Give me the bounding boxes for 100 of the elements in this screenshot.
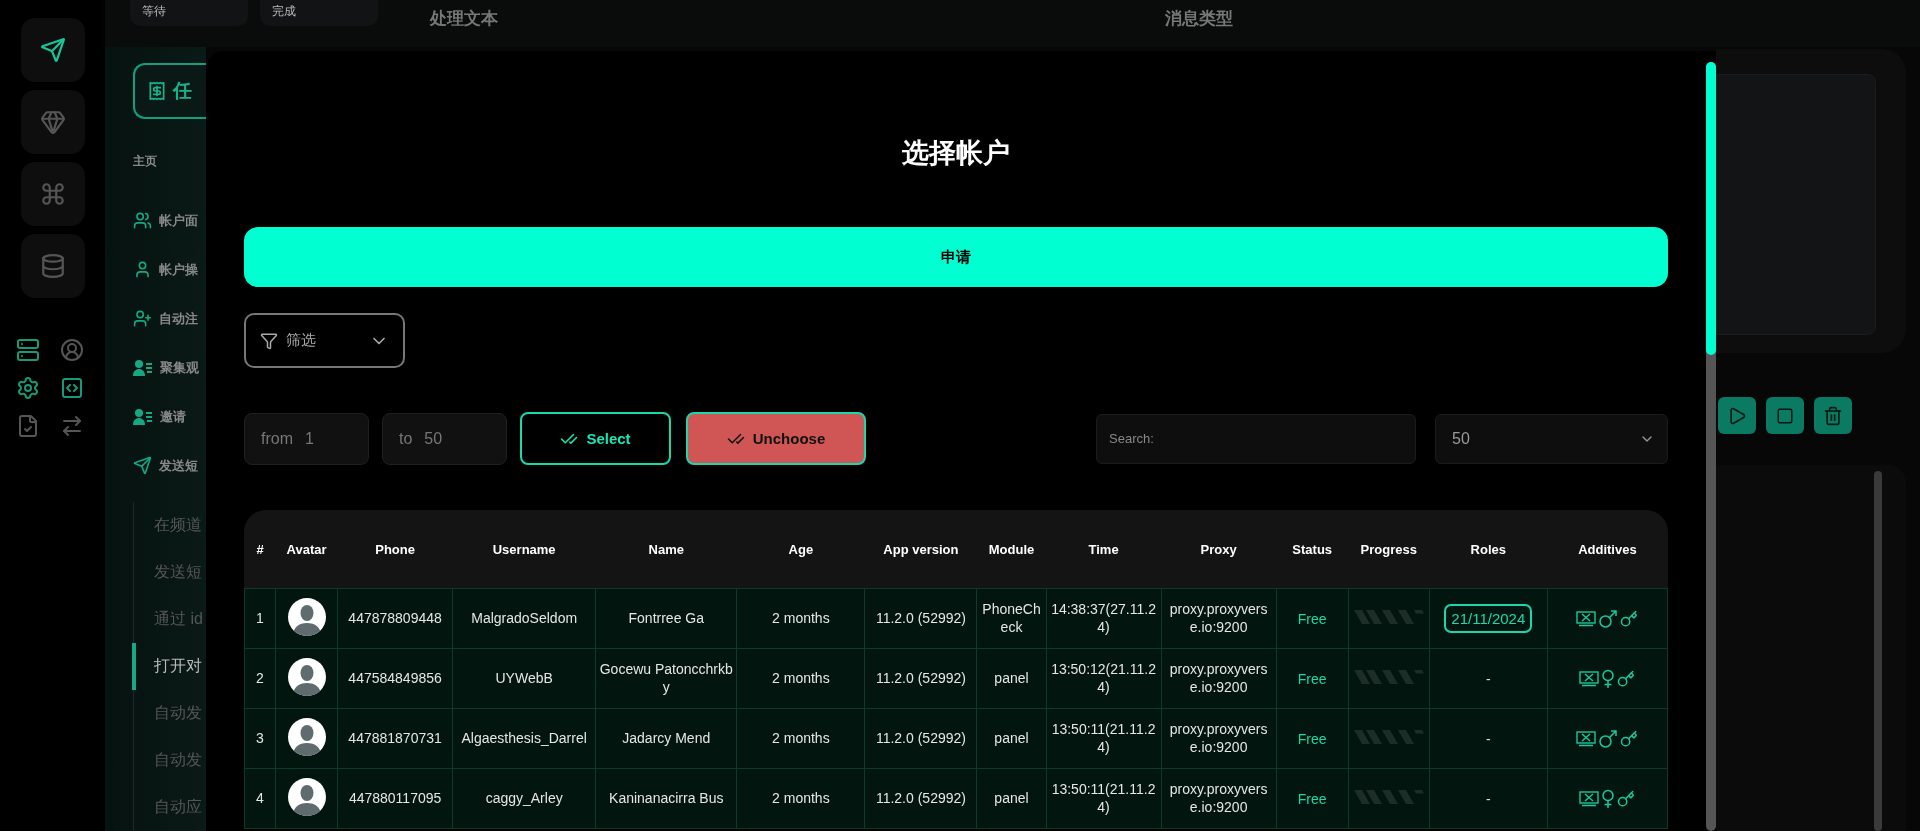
column-header: Avatar [275,510,338,589]
page-size-select[interactable]: 50 [1435,413,1668,464]
column-heading: 处理文本 [428,8,499,30]
table-cell: 2 months [736,588,865,649]
table-cell: 3 [244,708,276,769]
column-header: Age [736,510,865,589]
person-list-icon [133,407,153,426]
menu-item[interactable]: 帐户操 [159,260,198,279]
column-header: Module [976,510,1046,589]
key-icon [1620,609,1639,628]
table-cell: PhoneCheck [976,588,1046,649]
status-cell: Free [1276,708,1349,769]
task-button[interactable]: 任 [133,63,206,119]
table-cell: 11.2.0 (52992) [864,648,977,709]
avatar [287,597,326,636]
status-field: 完成 [260,0,378,26]
table-cell: Kaninanacirra Bus [595,768,737,829]
from-field[interactable]: from 1 [244,412,369,465]
menu-item[interactable]: 帐户面 [159,211,198,230]
female-icon [1601,668,1616,689]
stop-icon [1776,406,1794,425]
table-cell: 11.2.0 (52992) [864,708,977,769]
loading-stripes-drawing [1353,729,1424,744]
column-header: # [244,510,276,589]
database-icon [39,253,66,279]
table-cell: 2 months [736,648,865,709]
section-label: 主页 [133,153,158,170]
stop-button[interactable] [1766,397,1804,434]
male-icon [1598,608,1619,629]
table-cell: 11.2.0 (52992) [864,588,977,649]
loading-stripes-drawing [1353,789,1424,804]
user-plus-icon [133,309,152,328]
avatar [287,717,326,756]
unchoose-button[interactable]: Unchoose [686,412,866,465]
table-cell: proxy.proxyverse.io:9200 [1161,588,1277,649]
table-cell: panel [976,708,1046,769]
screen-x-icon [1576,730,1597,747]
table-cell: 1 [244,588,276,649]
table-cell: 13:50:11(21.11.24) [1046,708,1162,769]
play-button[interactable] [1718,397,1756,434]
command-icon [39,181,66,207]
scrollbar-thumb[interactable] [1706,62,1716,355]
table-cell: Fontrree Ga [595,588,737,649]
loading-stripes-drawing [1353,609,1424,624]
filter-icon [260,331,278,350]
search-field[interactable]: Search: [1096,413,1416,464]
screen-x-icon [1579,790,1600,807]
table-cell: 447881870731 [337,708,453,769]
column-header: Progress [1348,510,1430,589]
table-cell: Algaesthesis_Darrel [452,708,596,769]
table-cell: proxy.proxyverse.io:9200 [1161,708,1277,769]
to-field[interactable]: to 50 [382,412,507,465]
table-cell: 2 [244,648,276,709]
table-cell: proxy.proxyverse.io:9200 [1161,768,1277,829]
column-header: Additives [1547,510,1668,589]
status-cell: Free [1276,588,1349,649]
table-cell: 14:38:37(27.11.24) [1046,588,1162,649]
apply-button[interactable]: 申请 [244,227,1668,287]
key-icon [1620,729,1639,748]
user-icon [133,260,152,279]
loading-stripes-drawing [1353,669,1424,684]
users-icon [133,211,152,230]
table-cell: 447584849856 [337,648,453,709]
female-icon [1601,788,1616,809]
diamond-icon [39,109,66,135]
column-header: Proxy [1161,510,1277,589]
screen-x-icon [1579,670,1600,687]
menu-item[interactable]: 发送短 [159,456,198,475]
column-header: Status [1276,510,1349,589]
roles-text: - [1485,670,1491,687]
column-header: Phone [337,510,453,589]
rail-button[interactable] [20,18,85,82]
menu-item[interactable]: 自动注 [159,309,198,328]
column-header: Roles [1429,510,1548,589]
table-cell: panel [976,648,1046,709]
table-cell: panel [976,768,1046,829]
status-cell: Free [1276,768,1349,829]
key-icon [1617,789,1636,808]
filter-dropdown[interactable]: 筛选 [244,313,405,368]
dialog-title: 选择帐户 [901,137,1011,170]
send-icon [133,456,152,475]
date-badge: 21/11/2024 [1444,604,1533,633]
status-field: 等待 [130,0,248,26]
delete-button[interactable] [1814,397,1852,434]
menu-item[interactable]: 聚集观 [160,358,199,377]
table-cell: 447878809448 [337,588,453,649]
select-button[interactable]: Select [520,412,671,465]
column-header: Username [452,510,596,589]
play-icon [1727,405,1747,426]
column-header: App version [864,510,977,589]
table-cell: 447880117095 [337,768,453,829]
table-cell: caggy_Arley [452,768,596,829]
key-icon [1617,669,1636,688]
table-cell: 11.2.0 (52992) [864,768,977,829]
table-cell: UYWebB [452,648,596,709]
table-cell: 2 months [736,708,865,769]
table-cell: Gocewu Patoncchrkby [595,648,737,709]
column-header: Name [595,510,737,589]
table-cell: proxy.proxyverse.io:9200 [1161,648,1277,709]
menu-item[interactable]: 邀请 [160,407,186,426]
